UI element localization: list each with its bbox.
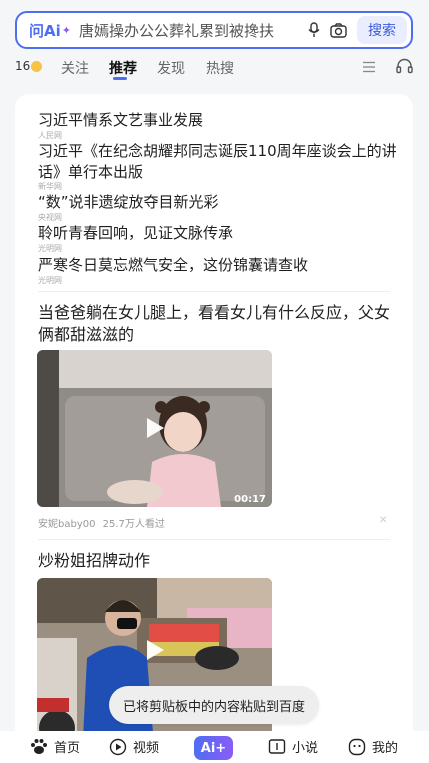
weather-temp: 16 <box>15 59 31 73</box>
sparkle-icon: ✦ <box>61 23 71 37</box>
status-strip <box>0 0 429 8</box>
dismiss-icon[interactable]: ✕ <box>379 515 387 526</box>
tab-follow[interactable]: 关注 <box>61 58 89 78</box>
search-button[interactable]: 搜索 <box>357 16 407 44</box>
news-headline[interactable]: 严寒冬日莫忘燃气安全，这份锦囊请查收 <box>38 255 398 276</box>
active-tab-indicator <box>113 77 127 80</box>
camera-icon[interactable] <box>329 21 347 39</box>
nav-home-label: 首页 <box>54 741 81 756</box>
search-input[interactable]: 唐嫣操办公公葬礼累到被搀扶 <box>79 20 299 41</box>
news-source: 新华网 <box>38 182 62 191</box>
nav-ai-button[interactable]: Ai+ <box>194 736 233 760</box>
play-icon[interactable] <box>141 415 167 441</box>
video-duration: 00:17 <box>234 494 266 505</box>
sun-icon <box>31 60 43 72</box>
news-source: 央视网 <box>38 213 62 222</box>
play-icon[interactable] <box>141 637 167 663</box>
video-thumbnail[interactable] <box>37 578 272 754</box>
divider <box>38 539 390 540</box>
weather-widget[interactable]: 16 <box>15 59 43 73</box>
nav-novel[interactable]: 小说 <box>268 737 318 756</box>
book-icon <box>268 738 286 754</box>
search-bar[interactable]: 问Ai ✦ 唐嫣操办公公葬礼累到被搀扶 搜索 <box>15 11 413 49</box>
tabs-row: 16 关注 推荐 发现 热搜 <box>0 56 429 80</box>
video-thumbnail[interactable]: 00:17 <box>37 350 272 507</box>
wen-ai-logo[interactable]: 问Ai ✦ <box>29 20 71 41</box>
divider <box>38 291 390 292</box>
news-headline[interactable]: 习近平《在纪念胡耀邦同志诞辰110周年座谈会上的讲话》单行本出版 <box>38 141 398 183</box>
headset-icon[interactable] <box>396 58 413 78</box>
author-name[interactable]: 安妮baby00 <box>38 519 95 530</box>
news-source: 光明网 <box>38 244 62 253</box>
menu-icon[interactable] <box>362 59 376 78</box>
news-headline[interactable]: 习近平情系文艺事业发展 <box>38 110 398 131</box>
feed-item-title[interactable]: 当爸爸躺在女儿腿上，看看女儿有什么反应，父女俩都甜滋滋的 <box>38 302 398 346</box>
logo-text: 问Ai <box>29 21 61 40</box>
clipboard-toast: 已将剪贴板中的内容粘贴到百度 <box>109 686 319 724</box>
news-source: 人民网 <box>38 131 62 140</box>
tab-recommend[interactable]: 推荐 <box>109 58 137 78</box>
feed-meta: 安妮baby00 25.7万人看过 <box>38 515 165 530</box>
paw-icon <box>31 739 47 754</box>
profile-icon <box>348 738 366 755</box>
nav-novel-label: 小说 <box>292 741 319 756</box>
nav-home[interactable]: 首页 <box>30 737 80 756</box>
nav-video[interactable]: 视频 <box>109 737 159 756</box>
news-headline[interactable]: 聆听青春回响，见证文脉传承 <box>38 223 398 244</box>
nav-mine-label: 我的 <box>372 741 399 756</box>
microphone-icon[interactable] <box>305 21 323 39</box>
nav-video-label: 视频 <box>133 741 160 756</box>
news-headline[interactable]: “数”说非遗绽放夺目新光彩 <box>38 192 398 213</box>
view-count: 25.7万人看过 <box>102 519 165 530</box>
feed-item-title[interactable]: 炒粉姐招牌动作 <box>38 550 398 572</box>
feed-card: 习近平情系文艺事业发展 人民网 习近平《在纪念胡耀邦同志诞辰110周年座谈会上的… <box>15 94 413 754</box>
nav-mine[interactable]: 我的 <box>348 737 398 756</box>
video-play-icon <box>109 738 127 755</box>
tab-hot-search[interactable]: 热搜 <box>206 58 234 78</box>
news-source: 光明网 <box>38 276 62 285</box>
tab-discover[interactable]: 发现 <box>157 58 185 78</box>
bottom-nav: 首页 视频 Ai+ 小说 我的 <box>0 731 429 763</box>
